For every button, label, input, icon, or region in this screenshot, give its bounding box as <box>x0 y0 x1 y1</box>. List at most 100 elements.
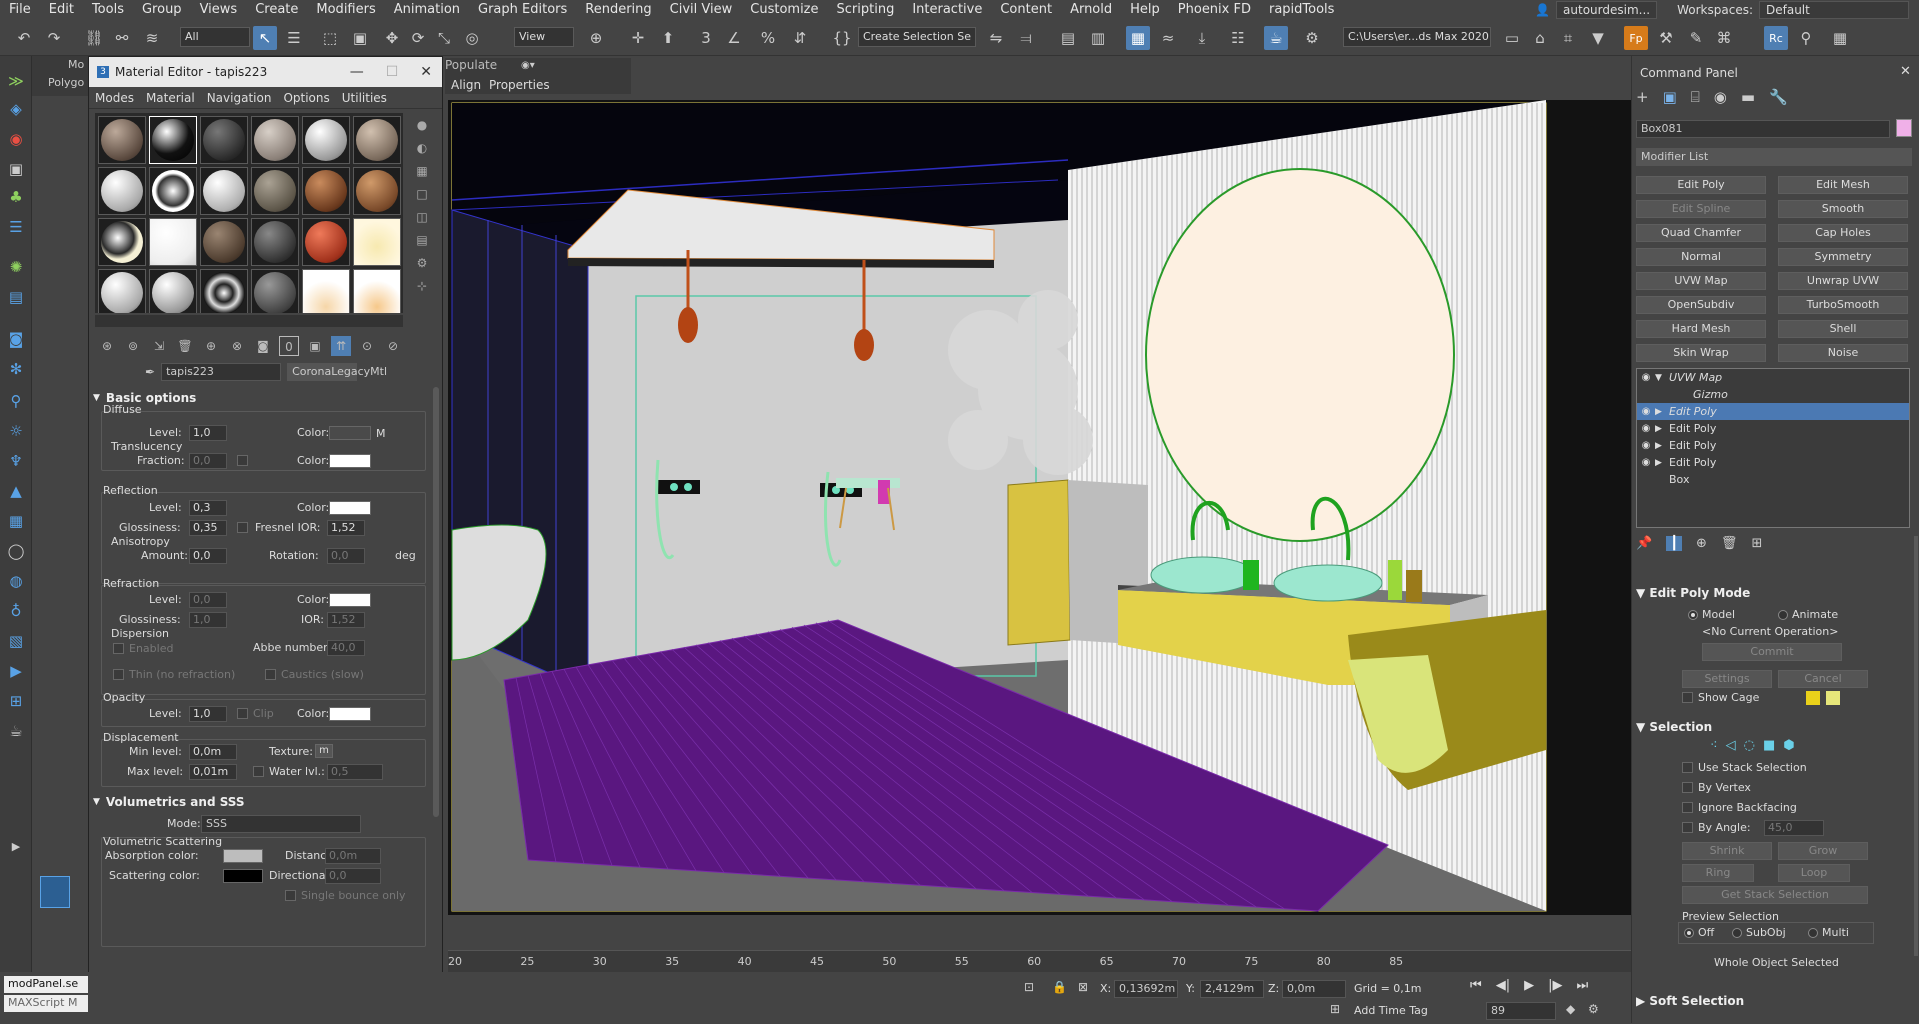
sun-icon[interactable]: ☼ <box>5 420 27 442</box>
project-folder-icon[interactable]: ▭ <box>1500 26 1524 50</box>
close-panel-icon[interactable]: ✕ <box>1900 64 1911 79</box>
expand-icon[interactable]: ▶ <box>1655 441 1669 451</box>
make-unique-icon[interactable]: ⊕ <box>1696 536 1707 551</box>
mirror-icon[interactable]: ⇋ <box>984 26 1008 50</box>
animate-radio[interactable] <box>1778 610 1788 620</box>
settings-button[interactable]: Settings <box>1682 670 1772 688</box>
sample-slot[interactable] <box>353 269 401 313</box>
diffuse-level-input[interactable]: 1,0 <box>189 425 227 441</box>
single-bounce-checkbox[interactable] <box>285 890 296 901</box>
visibility-eye-icon[interactable]: ◉ <box>1637 457 1655 468</box>
ignore-backfacing-checkbox[interactable] <box>1682 802 1693 813</box>
edge-icon[interactable]: ◁ <box>1726 738 1736 753</box>
menu-phoenix-fd[interactable]: Phoenix FD <box>1169 0 1260 20</box>
select-object-icon[interactable]: ↖ <box>253 26 277 50</box>
close-icon[interactable]: ✕ <box>420 64 432 80</box>
maximize-icon[interactable]: ☐ <box>386 64 399 80</box>
viewport-layout-icon[interactable] <box>40 876 70 908</box>
light-icon[interactable]: ✺ <box>5 256 27 278</box>
sample-slot[interactable] <box>251 269 299 313</box>
placement-icon[interactable]: ◎ <box>460 26 484 50</box>
opacity-color-swatch[interactable] <box>329 707 371 721</box>
sample-slot[interactable] <box>149 269 197 313</box>
reset-map-icon[interactable]: 🗑 <box>175 336 195 356</box>
element-icon[interactable]: ⬢ <box>1783 738 1794 753</box>
cage-color-1[interactable] <box>1806 691 1820 705</box>
sample-slots[interactable] <box>95 113 403 313</box>
angle-input[interactable]: 45,0 <box>1764 820 1824 836</box>
z-coordinate[interactable]: 0,0m <box>1282 980 1346 998</box>
workspace-select[interactable]: Default <box>1759 1 1909 19</box>
ribbon-tab-modeling[interactable]: Mo <box>68 58 84 71</box>
keyboard-shortcut-icon[interactable]: ⬆ <box>656 26 680 50</box>
material-id-icon[interactable]: ◙ <box>253 336 273 356</box>
abbe-input[interactable]: 40,0 <box>327 640 365 656</box>
ribbon-tab-align[interactable]: Align <box>451 78 481 92</box>
rapid-tools-icon[interactable]: Rc <box>1764 26 1788 50</box>
vertex-icon[interactable]: ⁖ <box>1710 738 1718 753</box>
sample-slot[interactable] <box>200 167 248 215</box>
diffuse-color-swatch[interactable] <box>329 426 371 440</box>
mat-menu-modes[interactable]: Modes <box>89 91 140 105</box>
reflection-color-swatch[interactable] <box>329 501 371 515</box>
video-icon[interactable]: ▶ <box>5 660 27 682</box>
sample-slot[interactable] <box>302 116 350 164</box>
viewport[interactable] <box>448 100 1631 915</box>
cone-icon[interactable]: ▲ <box>5 480 27 502</box>
shrink-button[interactable]: Shrink <box>1682 842 1772 860</box>
refraction-level-input[interactable]: 0,0 <box>189 592 227 608</box>
rotate-icon[interactable]: ⟳ <box>406 26 430 50</box>
pick-material-icon[interactable]: ⊘ <box>383 336 403 356</box>
maxscript-listener-1[interactable]: modPanel.se <box>4 976 88 993</box>
time-config-icon[interactable]: ⚙ <box>1588 1002 1599 1016</box>
angle-snap-icon[interactable]: ∠ <box>722 26 746 50</box>
ribbon-toggle-icon[interactable]: ▥ <box>1086 26 1110 50</box>
circle-icon[interactable]: ◯ <box>5 540 27 562</box>
params-scrollbar[interactable] <box>433 387 439 817</box>
sample-slot[interactable] <box>353 167 401 215</box>
thin-checkbox[interactable] <box>113 669 124 680</box>
modifier-button-turbosmooth[interactable]: TurboSmooth <box>1778 296 1908 314</box>
window-crossing-icon[interactable]: ▣ <box>348 26 372 50</box>
clip-checkbox[interactable] <box>237 708 248 719</box>
get-material-icon[interactable]: ⊛ <box>97 336 117 356</box>
go-end-icon[interactable]: ⏭ <box>1576 978 1588 993</box>
display-tab-icon[interactable]: ▬ <box>1741 88 1755 106</box>
select-manipulate-icon[interactable]: ✛ <box>626 26 650 50</box>
stack-item[interactable]: ◉ ▶ Edit Poly <box>1637 403 1909 420</box>
menu-arnold[interactable]: Arnold <box>1061 0 1121 20</box>
object-name-field[interactable]: Box081 <box>1636 120 1890 138</box>
sample-slot[interactable] <box>302 269 350 313</box>
menu-rendering[interactable]: Rendering <box>576 0 660 20</box>
mat-menu-material[interactable]: Material <box>140 91 201 105</box>
percent-snap-icon[interactable]: % <box>756 26 780 50</box>
soft-selection-rollout[interactable]: ▶ Soft Selection <box>1636 994 1916 1008</box>
loop-button[interactable]: Loop <box>1778 864 1850 882</box>
ribbon-tab-populate[interactable]: Populate <box>445 58 497 72</box>
wind-icon[interactable]: ♆ <box>5 450 27 472</box>
render-frame-icon[interactable]: ☕ <box>1264 26 1288 50</box>
go-sibling-icon[interactable]: ⊙ <box>357 336 377 356</box>
show-map-icon[interactable]: 0 <box>279 336 299 356</box>
menu-edit[interactable]: Edit <box>40 0 83 20</box>
align-icon[interactable]: ⫤ <box>1014 26 1038 50</box>
stack-item[interactable]: ◉ ▶ Edit Poly <box>1637 420 1909 437</box>
mode-select[interactable]: SSS <box>201 815 361 833</box>
preview-off-radio[interactable] <box>1684 928 1694 938</box>
menu-content[interactable]: Content <box>991 0 1061 20</box>
material-type-button[interactable]: CoronaLegacyMtl <box>287 363 387 381</box>
by-angle-checkbox[interactable] <box>1682 822 1693 833</box>
modifier-stack[interactable]: ◉ ▼ UVW Map Gizmo ◉ ▶ Edit Poly ◉ ▶ Edit Poly ◉ ▶ Ed… <box>1636 368 1910 528</box>
tiling-icon[interactable]: □ <box>413 187 431 205</box>
opacity-level-input[interactable]: 1,0 <box>189 706 227 722</box>
material-editor-window[interactable]: 3 Material Editor - tapis223 — ☐ ✕ Modes… <box>88 56 443 1024</box>
material-editor-titlebar[interactable]: 3 Material Editor - tapis223 — ☐ ✕ <box>89 57 442 87</box>
fresnel-input[interactable]: 1,52 <box>327 520 365 536</box>
gloss-map-checkbox[interactable] <box>237 522 248 533</box>
stack-item[interactable]: ◉ ▶ Edit Poly <box>1637 454 1909 471</box>
material-name-field[interactable]: tapis223 <box>161 363 282 381</box>
sample-type-icon[interactable]: ● <box>413 118 431 136</box>
translucency-color-swatch[interactable] <box>329 454 371 468</box>
expand-arrow-icon[interactable]: ▶ <box>5 836 27 858</box>
commit-button[interactable]: Commit <box>1702 643 1842 661</box>
